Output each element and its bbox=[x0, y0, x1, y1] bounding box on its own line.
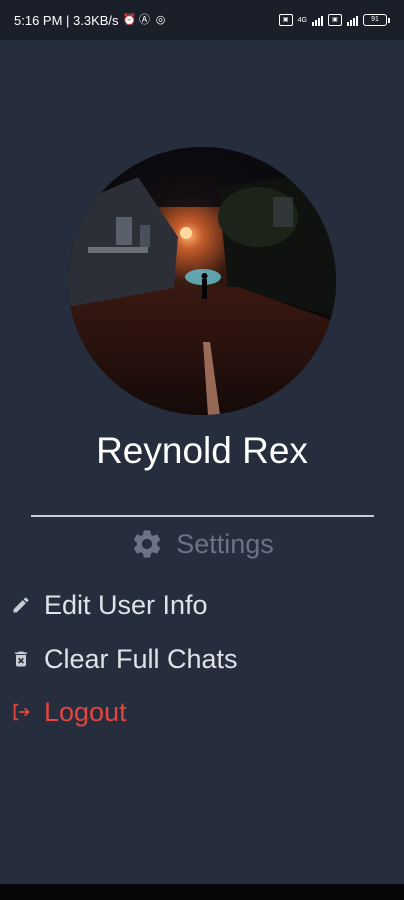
signal-1-icon bbox=[312, 15, 323, 26]
divider bbox=[31, 515, 374, 517]
menu-item-edit-user-info[interactable]: Edit User Info bbox=[10, 585, 208, 625]
signal-2-icon bbox=[347, 15, 358, 26]
logout-icon bbox=[10, 701, 32, 723]
trash-icon bbox=[10, 648, 32, 670]
sim1-network-label: 4G bbox=[297, 16, 307, 24]
volte-icon: ▣ bbox=[328, 14, 342, 26]
gear-icon bbox=[133, 530, 161, 558]
pencil-icon bbox=[10, 594, 32, 616]
system-navigation-bar bbox=[0, 884, 404, 900]
menu-item-label: Clear Full Chats bbox=[44, 643, 238, 674]
status-bar: 5:16 PM | 3.3KB/s ⏰ Ⓐ ◎ ▣ 4G ▣ 91 bbox=[0, 0, 404, 40]
alarm-icon: ⏰ bbox=[122, 14, 137, 26]
profile-avatar[interactable] bbox=[68, 147, 336, 415]
whatsapp-icon: ◎ bbox=[155, 14, 166, 26]
profile-drawer-screen: 5:16 PM | 3.3KB/s ⏰ Ⓐ ◎ ▣ 4G ▣ 91 Reynol… bbox=[0, 0, 404, 900]
battery-level: 91 bbox=[363, 14, 387, 26]
menu-item-logout[interactable]: Logout bbox=[10, 692, 127, 732]
settings-title: Settings bbox=[176, 528, 274, 559]
battery-icon: 91 bbox=[363, 14, 390, 26]
menu-item-label: Logout bbox=[44, 696, 127, 727]
settings-header: Settings bbox=[0, 524, 404, 564]
app-notification-icon: Ⓐ bbox=[139, 14, 151, 26]
profile-name: Reynold Rex bbox=[96, 430, 308, 471]
status-time-speed: 5:16 PM | 3.3KB/s bbox=[14, 12, 119, 28]
menu-item-clear-full-chats[interactable]: Clear Full Chats bbox=[10, 639, 238, 679]
menu-item-label: Edit User Info bbox=[44, 589, 208, 620]
vibrate-icon: ▣ bbox=[278, 14, 293, 26]
avatar-night-street-photo bbox=[68, 147, 336, 415]
